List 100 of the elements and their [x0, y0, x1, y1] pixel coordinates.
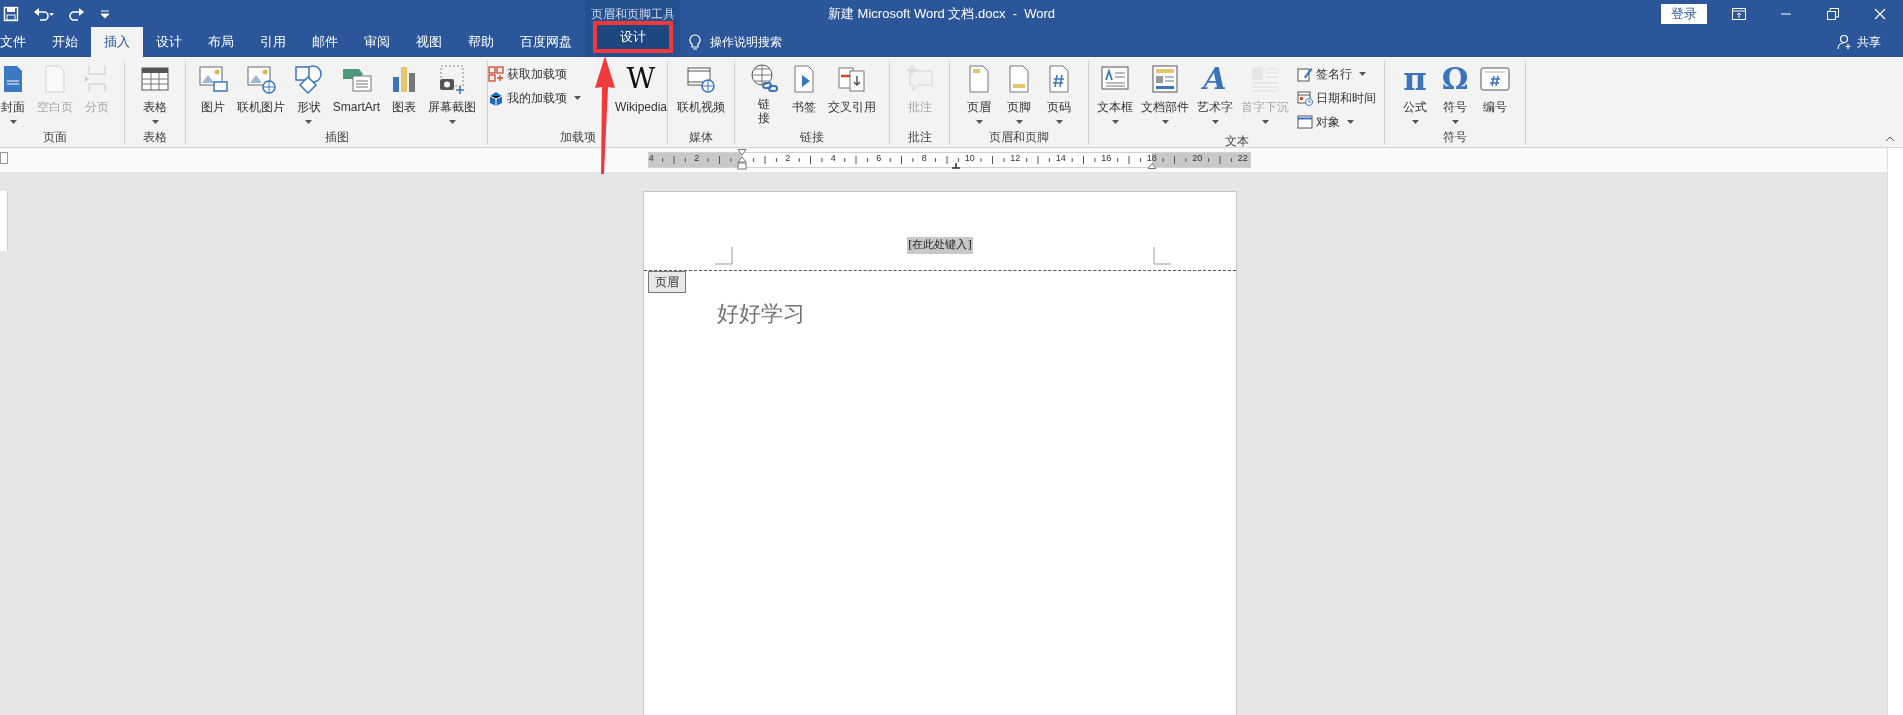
lightbulb-icon[interactable] — [689, 34, 701, 50]
caret-icon — [1451, 120, 1459, 124]
ruler-number: 2 — [785, 153, 791, 163]
caret-icon — [305, 120, 313, 124]
ribbon-button[interactable]: 封面 — [0, 63, 32, 124]
caret-icon — [1055, 120, 1063, 124]
ribbon-tab[interactable]: 审阅 — [351, 27, 403, 57]
ribbon-button[interactable]: 文档部件 — [1138, 63, 1192, 124]
ribbon-tab[interactable]: 引用 — [247, 27, 299, 57]
header-tag: 页眉 — [648, 271, 686, 293]
caret-icon — [1015, 120, 1023, 124]
ribbon-button[interactable]: 我的加载项 — [485, 87, 584, 109]
ribbon-button[interactable]: 编号 — [1476, 63, 1514, 116]
group-label: 文本 — [1223, 133, 1250, 149]
ribbon-button[interactable]: 联机图片 — [233, 63, 288, 116]
ribbon-button[interactable]: 文本框 — [1094, 63, 1136, 124]
ribbon-tab[interactable]: 设计 — [143, 27, 195, 57]
ruler-number: 10 — [964, 153, 975, 163]
ribbon-button[interactable]: π 公式 — [1396, 63, 1434, 124]
ruler-number: 4 — [648, 153, 654, 163]
right-indent-marker-icon[interactable] — [1146, 163, 1157, 169]
caret-icon — [1211, 120, 1219, 124]
ruler-number: 14 — [1055, 153, 1066, 163]
ribbon-button[interactable]: 签名行 — [1294, 63, 1379, 85]
ribbon-tab[interactable]: 布局 — [195, 27, 247, 57]
ribbon-button[interactable]: A 艺术字 — [1194, 63, 1236, 124]
ruler-number: 4 — [830, 153, 836, 163]
ribbon-button[interactable]: SmartArt — [329, 63, 384, 116]
indent-marker-icon[interactable] — [737, 149, 748, 171]
ribbon-tab[interactable]: 插入 — [91, 27, 143, 57]
group-label: 符号 — [1442, 129, 1468, 145]
ruler-number: 20 — [1192, 153, 1203, 163]
caret-icon — [1359, 72, 1366, 76]
vertical-scrollbar[interactable] — [1887, 148, 1903, 715]
undo-icon[interactable] — [33, 5, 55, 22]
ruler-number: 16 — [1101, 153, 1112, 163]
sign-in-button[interactable]: 登录 — [1661, 3, 1707, 24]
ribbon-button[interactable]: 图表 — [385, 63, 424, 116]
ribbon-button[interactable]: 页脚 — [1000, 63, 1038, 124]
ribbon-tab[interactable]: 邮件 — [299, 27, 351, 57]
group-label: 插图 — [323, 129, 350, 145]
group-label: 媒体 — [688, 129, 714, 145]
ribbon-button[interactable]: 日期和时间 — [1294, 87, 1379, 109]
tell-me-search[interactable]: 操作说明搜索 — [710, 33, 782, 51]
ribbon-button[interactable]: 书签 — [785, 63, 823, 116]
caret-icon — [448, 120, 456, 124]
ribbon-button[interactable]: 对象 — [1294, 111, 1379, 133]
contextual-tab[interactable]: 设计 — [592, 21, 673, 53]
group-label: 表格 — [142, 129, 168, 145]
quick-parts-icon — [1149, 63, 1181, 95]
omega-symbol-icon: Ω — [1441, 63, 1469, 95]
group-label: 加载项 — [558, 129, 597, 145]
wikipedia-logo: W — [626, 63, 656, 95]
signature-icon — [1297, 66, 1313, 82]
ruler-number: 2 — [694, 153, 700, 163]
caret-icon — [1411, 120, 1419, 124]
ribbon-button[interactable]: 获取加载项 — [485, 63, 584, 85]
margin-corner-mark — [1153, 247, 1171, 265]
ribbon-display-icon — [1731, 7, 1746, 20]
tab-selector[interactable] — [0, 152, 8, 164]
ribbon-button[interactable]: 表格 — [136, 63, 174, 124]
group-label: 链接 — [799, 129, 825, 145]
restore-icon — [1826, 7, 1839, 20]
header-placeholder[interactable]: [在此处键入] — [907, 237, 973, 254]
online-picture-icon — [244, 63, 277, 95]
caret-icon — [1261, 120, 1269, 124]
ribbon-tab[interactable]: 开始 — [39, 27, 91, 57]
collapse-ribbon-icon[interactable] — [1885, 136, 1895, 142]
redo-icon[interactable] — [69, 5, 85, 22]
person-add-icon[interactable] — [1837, 34, 1853, 50]
link-icon — [748, 63, 780, 95]
caret-icon — [1161, 120, 1169, 124]
ribbon-tab[interactable]: 帮助 — [455, 27, 507, 57]
ribbon-button[interactable]: 图片 — [193, 63, 232, 116]
shapes-icon — [292, 63, 325, 95]
vertical-ruler — [0, 191, 8, 251]
ribbon-tab[interactable]: 视图 — [403, 27, 455, 57]
object-icon — [1297, 114, 1313, 130]
ribbon-button[interactable]: 形状 — [289, 63, 328, 124]
customize-icon[interactable] — [99, 7, 111, 20]
tab-stop-icon[interactable] — [952, 163, 961, 169]
ribbon-button[interactable]: 屏幕截图 — [425, 63, 480, 124]
pi-symbol-icon: π — [1403, 63, 1427, 95]
ribbon-button[interactable]: 页码 — [1040, 63, 1078, 124]
ribbon-button[interactable]: 页眉 — [960, 63, 998, 124]
ribbon-button[interactable]: W Wikipedia — [612, 63, 670, 116]
ribbon-button[interactable]: 交叉引用 — [825, 63, 879, 116]
ruler-number: 18 — [1146, 153, 1157, 163]
caret-icon — [9, 120, 17, 124]
body-text[interactable]: 好好学习 — [717, 297, 1236, 330]
ribbon-button[interactable]: 联机视频 — [674, 63, 728, 116]
ruler-number: 8 — [921, 153, 927, 163]
ribbon-tab[interactable]: 百度网盘 — [507, 27, 585, 57]
ribbon-button[interactable]: Ω 符号 — [1436, 63, 1474, 124]
ribbon-button[interactable]: 链接 — [745, 63, 783, 126]
caret-icon — [975, 120, 983, 124]
share-button[interactable]: 共享 — [1857, 33, 1881, 51]
caret-icon — [151, 120, 159, 124]
save-icon[interactable] — [3, 5, 19, 22]
ribbon-tab[interactable]: 文件 — [0, 27, 39, 57]
